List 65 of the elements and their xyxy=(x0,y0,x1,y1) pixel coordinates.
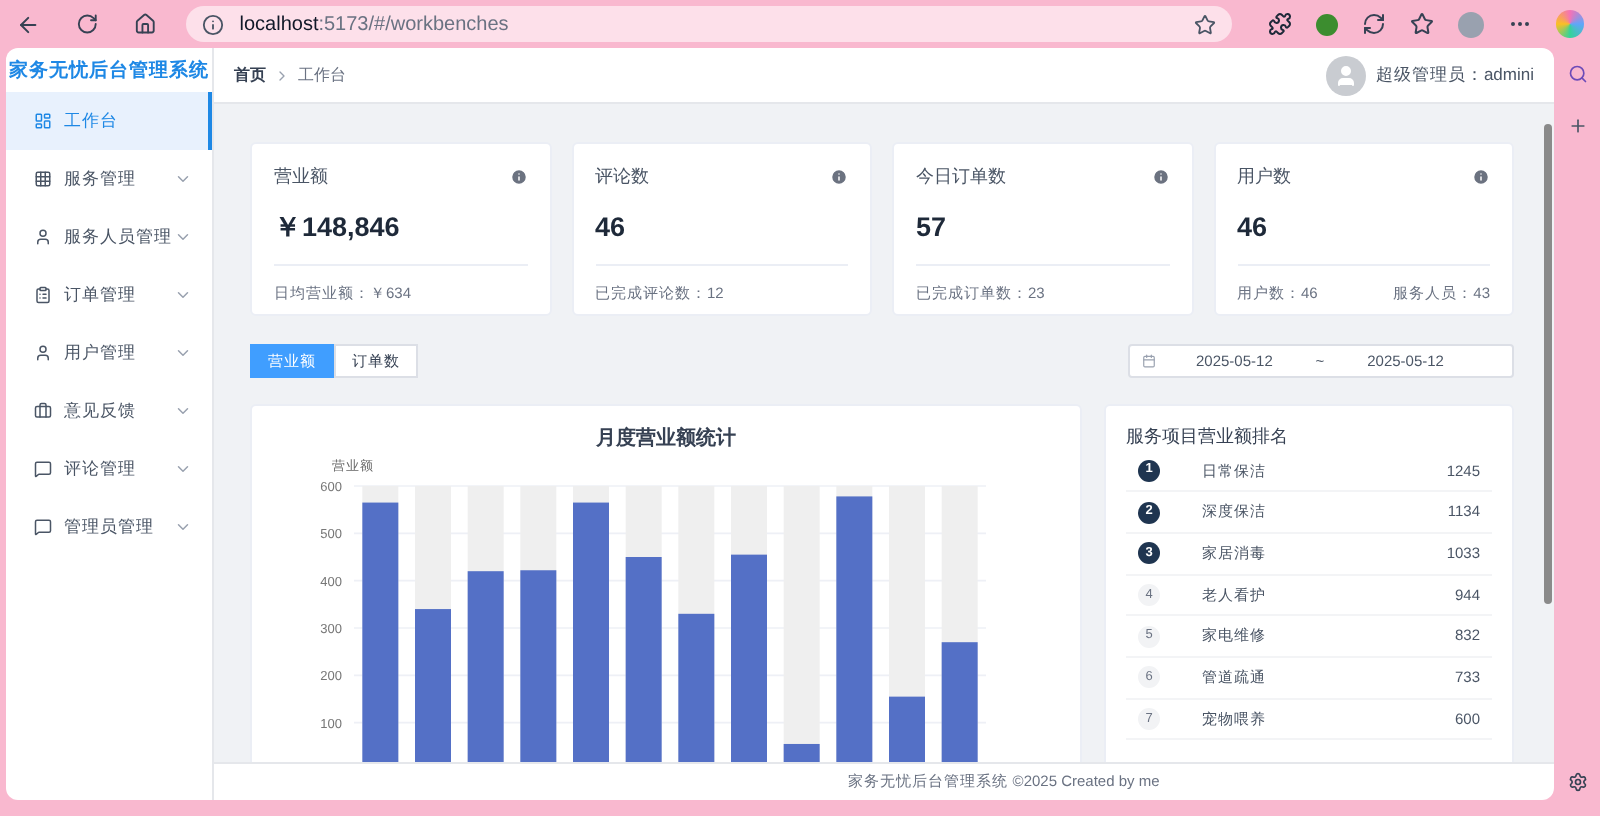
menu-label: 服务人员管理 xyxy=(64,224,172,250)
menu-icon xyxy=(34,518,52,536)
menu-item[interactable]: 服务管理 xyxy=(6,150,212,208)
settings-icon[interactable] xyxy=(1567,772,1587,792)
menu-item[interactable]: 服务人员管理 xyxy=(6,208,212,266)
extension-icon[interactable] xyxy=(1268,12,1292,36)
menu-icon xyxy=(34,112,52,130)
menu-icon xyxy=(34,460,52,478)
menu-icon xyxy=(34,286,52,304)
search-icon[interactable] xyxy=(1567,64,1587,84)
menu-label: 意见反馈 xyxy=(64,398,136,424)
ranking-title: 服务项目营业额排名 xyxy=(1126,424,1290,450)
stat-title: 今日订单数 xyxy=(916,164,1006,190)
app-title: 家务无忧后台管理系统 xyxy=(7,57,211,86)
url-path: :5173/#/workbenches xyxy=(318,11,509,39)
back-icon[interactable] xyxy=(16,11,41,37)
stat-title: 评论数 xyxy=(595,164,649,190)
bar[interactable] xyxy=(467,571,504,762)
plus-icon[interactable] xyxy=(1567,116,1587,136)
bar[interactable] xyxy=(362,502,399,762)
bar[interactable] xyxy=(678,613,715,762)
bar[interactable] xyxy=(625,557,662,762)
menu-icon xyxy=(34,170,52,188)
menu-label: 订单管理 xyxy=(64,282,136,308)
bar[interactable] xyxy=(520,570,557,762)
favorites-icon[interactable] xyxy=(1410,12,1434,36)
menu-item[interactable]: 订单管理 xyxy=(6,266,212,324)
menu-label: 工作台 xyxy=(64,108,118,134)
menu-item[interactable]: 意见反馈 xyxy=(6,382,212,440)
menu-item[interactable]: 用户管理 xyxy=(6,324,212,382)
chart-title: 月度营业额统计 xyxy=(594,424,738,454)
star-icon[interactable] xyxy=(1194,13,1216,35)
menu-icon xyxy=(34,228,52,246)
menu-icon xyxy=(34,402,52,420)
menu-label: 用户管理 xyxy=(64,340,136,366)
breadcrumb-item[interactable]: 首页 xyxy=(234,63,266,87)
info-icon[interactable] xyxy=(1151,168,1169,187)
address-bar[interactable]: localhost:5173/#/workbenches xyxy=(185,6,1232,42)
stat-title: 用户数 xyxy=(1237,164,1291,190)
breadcrumb-item: 工作台 xyxy=(298,63,346,87)
calendar-icon xyxy=(1142,354,1156,368)
info-icon[interactable] xyxy=(509,168,527,187)
menu-item[interactable]: 管理员管理 xyxy=(6,498,212,556)
url-host: localhost xyxy=(239,11,319,39)
stat-title: 营业额 xyxy=(274,164,328,190)
menu-label: 服务管理 xyxy=(64,166,136,192)
menu-label: 评论管理 xyxy=(64,456,136,482)
user-name: 超级管理员：admini xyxy=(1375,62,1534,88)
breadcrumb-separator-icon xyxy=(274,67,290,83)
menu-item[interactable]: 评论管理 xyxy=(6,440,212,498)
stat-value: 46 xyxy=(595,209,628,245)
menu-label: 管理员管理 xyxy=(64,514,154,540)
menu-icon xyxy=(34,344,52,362)
bar[interactable] xyxy=(836,496,873,762)
home-icon[interactable] xyxy=(134,12,158,36)
reload-icon[interactable] xyxy=(76,12,99,36)
info-icon[interactable] xyxy=(1472,168,1490,187)
stat-value: 46 xyxy=(1237,209,1270,245)
bar[interactable] xyxy=(783,743,820,762)
bar[interactable] xyxy=(941,642,978,762)
stat-value: ￥148,846 xyxy=(274,209,402,245)
extension-icon[interactable] xyxy=(1362,12,1386,36)
stat-value: 57 xyxy=(916,209,949,245)
info-icon[interactable] xyxy=(830,168,848,187)
info-icon xyxy=(201,13,224,35)
